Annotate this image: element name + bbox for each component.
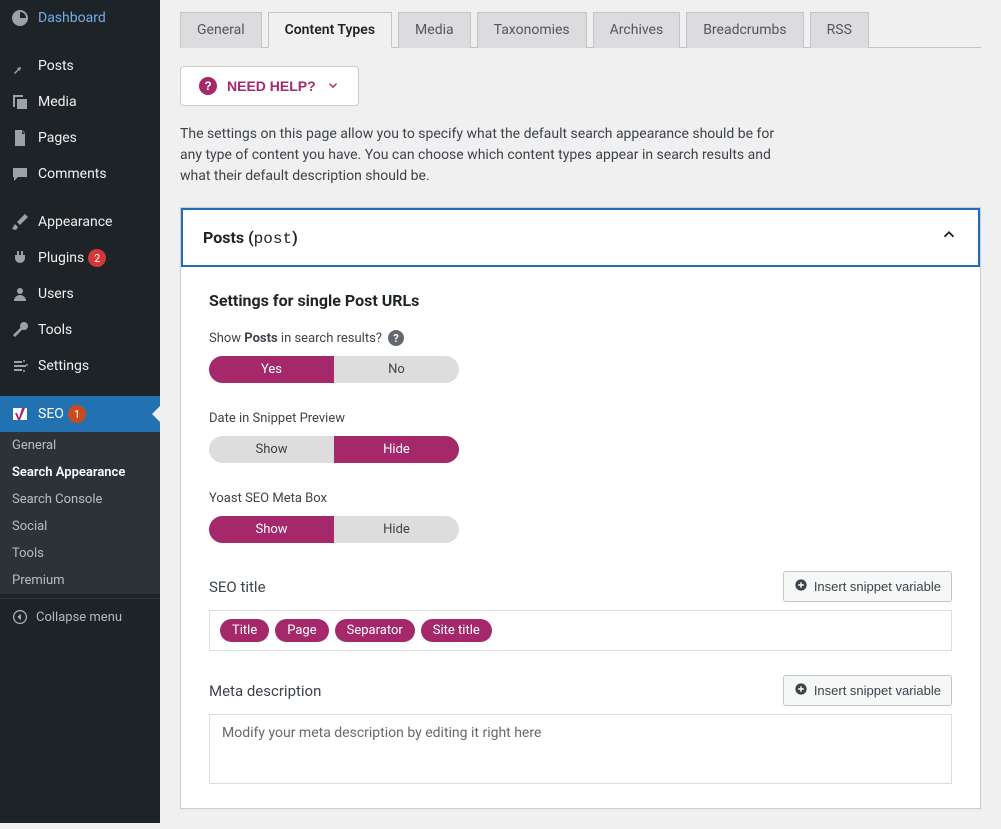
tab-content-types[interactable]: Content Types <box>268 12 392 48</box>
var-pill[interactable]: Page <box>275 619 328 642</box>
sidebar-item-plugins[interactable]: Plugins 2 <box>0 240 160 276</box>
setting-show-in-results: Show Posts in search results? ? Yes No <box>209 330 952 383</box>
toggle-show[interactable]: Show <box>209 436 334 463</box>
insert-snippet-button[interactable]: Insert snippet variable <box>783 675 952 706</box>
plugin-icon <box>10 248 30 268</box>
toggle-show-in-results: Yes No <box>209 356 459 383</box>
plus-circle-icon <box>794 682 808 699</box>
tab-general[interactable]: General <box>180 12 262 48</box>
toggle-date-snippet: Show Hide <box>209 436 459 463</box>
tab-taxonomies[interactable]: Taxonomies <box>477 12 587 48</box>
sidebar-item-users[interactable]: Users <box>0 276 160 312</box>
toggle-no[interactable]: No <box>334 356 459 383</box>
sidebar-label: Pages <box>38 130 77 146</box>
pin-icon <box>10 56 30 76</box>
question-icon: ? <box>199 77 217 95</box>
toggle-hide[interactable]: Hide <box>334 436 459 463</box>
intro-text: The settings on this page allow you to s… <box>180 124 780 187</box>
sidebar-label: Tools <box>38 322 72 338</box>
var-pill[interactable]: Separator <box>335 619 415 642</box>
sidebar-label: Appearance <box>38 214 112 230</box>
sidebar-item-posts[interactable]: Posts <box>0 48 160 84</box>
var-pill[interactable]: Title <box>220 619 269 642</box>
plus-circle-icon <box>794 578 808 595</box>
sidebar-item-comments[interactable]: Comments <box>0 156 160 192</box>
seo-title-label: SEO title <box>209 578 266 596</box>
posts-panel: Posts (post) Settings for single Post UR… <box>180 207 981 809</box>
panel-header-posts[interactable]: Posts (post) <box>181 208 980 267</box>
sidebar-item-media[interactable]: Media <box>0 84 160 120</box>
user-icon <box>10 284 30 304</box>
yoast-icon <box>10 404 30 424</box>
meta-desc-label: Meta description <box>209 682 321 700</box>
seo-badge: 1 <box>68 405 86 423</box>
page-icon <box>10 128 30 148</box>
subheading: Settings for single Post URLs <box>209 291 952 310</box>
setting-label: Yoast SEO Meta Box <box>209 491 952 506</box>
dashboard-icon <box>10 8 30 28</box>
sidebar-sub-social[interactable]: Social <box>0 513 160 540</box>
sidebar-label: Comments <box>38 166 107 182</box>
chevron-down-icon <box>326 78 340 95</box>
sidebar-label: Dashboard <box>38 10 106 26</box>
setting-label: Date in Snippet Preview <box>209 411 952 426</box>
sidebar-label: SEO <box>38 406 64 422</box>
var-pill[interactable]: Site title <box>421 619 492 642</box>
meta-description-input[interactable]: Modify your meta description by editing … <box>209 714 952 784</box>
insert-snippet-button[interactable]: Insert snippet variable <box>783 571 952 602</box>
help-label: NEED HELP? <box>227 78 316 94</box>
toggle-yes[interactable]: Yes <box>209 356 334 383</box>
sidebar-sub-premium[interactable]: Premium <box>0 567 160 594</box>
tab-media[interactable]: Media <box>398 12 471 48</box>
need-help-button[interactable]: ? NEED HELP? <box>180 66 359 106</box>
admin-sidebar: Dashboard Posts Media Pages Comments App… <box>0 0 160 823</box>
sidebar-item-pages[interactable]: Pages <box>0 120 160 156</box>
seo-title-header: SEO title Insert snippet variable <box>209 571 952 602</box>
plugins-badge: 2 <box>88 249 106 267</box>
wrench-icon <box>10 320 30 340</box>
sidebar-item-dashboard[interactable]: Dashboard <box>0 0 160 36</box>
tab-breadcrumbs[interactable]: Breadcrumbs <box>686 12 803 48</box>
setting-meta-box: Yoast SEO Meta Box Show Hide <box>209 491 952 543</box>
brush-icon <box>10 212 30 232</box>
toggle-hide[interactable]: Hide <box>334 516 459 543</box>
tab-rss[interactable]: RSS <box>810 12 869 48</box>
settings-icon <box>10 356 30 376</box>
setting-date-snippet: Date in Snippet Preview Show Hide <box>209 411 952 463</box>
setting-label: Show Posts in search results? ? <box>209 330 952 346</box>
sidebar-item-seo[interactable]: SEO 1 <box>0 396 160 432</box>
sidebar-item-tools[interactable]: Tools <box>0 312 160 348</box>
sidebar-sub-general[interactable]: General <box>0 432 160 459</box>
collapse-icon <box>10 607 30 627</box>
sidebar-sub-search-appearance[interactable]: Search Appearance <box>0 459 160 486</box>
help-icon[interactable]: ? <box>388 330 404 346</box>
sidebar-item-appearance[interactable]: Appearance <box>0 204 160 240</box>
toggle-meta-box: Show Hide <box>209 516 459 543</box>
collapse-label: Collapse menu <box>36 610 122 625</box>
sidebar-sub-tools[interactable]: Tools <box>0 540 160 567</box>
sidebar-label: Users <box>38 286 74 302</box>
sidebar-label: Plugins <box>38 250 84 266</box>
seo-title-input[interactable]: Title Page Separator Site title <box>209 610 952 651</box>
panel-title: Posts (post) <box>203 228 298 248</box>
comment-icon <box>10 164 30 184</box>
toggle-show[interactable]: Show <box>209 516 334 543</box>
collapse-menu[interactable]: Collapse menu <box>0 599 160 635</box>
sidebar-label: Posts <box>38 58 74 74</box>
meta-desc-header: Meta description Insert snippet variable <box>209 675 952 706</box>
sidebar-label: Media <box>38 94 77 110</box>
sidebar-item-settings[interactable]: Settings <box>0 348 160 384</box>
settings-tabs: General Content Types Media Taxonomies A… <box>180 0 981 48</box>
media-icon <box>10 92 30 112</box>
sidebar-label: Settings <box>38 358 89 374</box>
tab-archives[interactable]: Archives <box>593 12 681 48</box>
chevron-up-icon <box>940 226 958 249</box>
sidebar-sub-search-console[interactable]: Search Console <box>0 486 160 513</box>
